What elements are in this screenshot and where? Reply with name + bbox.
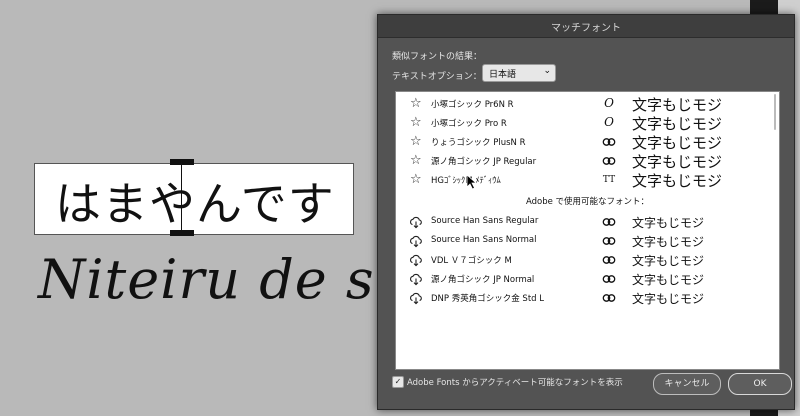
font-name: 小塚ゴシック Pr6N R: [431, 100, 514, 110]
mouse-cursor-icon: [466, 174, 478, 190]
adobe-font-row[interactable]: VDL Ｖ７ゴシック M 文字もじモジ: [396, 251, 779, 270]
creative-cloud-icon: [602, 138, 616, 146]
font-sample: 文字もじモジ: [632, 292, 705, 306]
font-row[interactable]: ☆ りょうゴシック PlusN R 文字もじモジ: [396, 133, 779, 152]
font-name: Source Han Sans Normal: [431, 235, 537, 245]
language-select-value: 日本語: [489, 70, 517, 80]
font-row[interactable]: ☆ 源ノ角ゴシック JP Regular 文字もじモジ: [396, 152, 779, 171]
favorite-star-icon[interactable]: ☆: [410, 172, 422, 187]
favorite-star-icon[interactable]: ☆: [410, 115, 422, 130]
opentype-italic-o-icon: O: [604, 115, 614, 129]
adobe-font-row[interactable]: Source Han Sans Regular 文字もじモジ: [396, 213, 779, 232]
font-name: VDL Ｖ７ゴシック M: [431, 256, 512, 266]
dialog-title: マッチフォント: [551, 23, 621, 34]
font-name: DNP 秀英角ゴシック金 Std L: [431, 294, 544, 304]
font-name: 源ノ角ゴシック JP Normal: [431, 275, 535, 285]
cloud-download-icon[interactable]: [409, 215, 423, 229]
font-sample: 文字もじモジ: [632, 115, 723, 133]
opentype-italic-o-icon: O: [604, 96, 614, 110]
text-option-label: テキストオプション：: [392, 72, 482, 82]
cloud-download-icon[interactable]: [409, 291, 423, 305]
font-name: 源ノ角ゴシック JP Regular: [431, 157, 537, 167]
truetype-icon: TT: [602, 175, 616, 185]
canvas-japanese-text: はまやんです: [55, 177, 335, 231]
font-sample: 文字もじモジ: [632, 254, 705, 268]
font-results-list[interactable]: ☆ 小塚ゴシック Pr6N R O 文字もじモジ ☆ 小塚ゴシック Pro R …: [395, 91, 780, 370]
creative-cloud-icon: [602, 256, 616, 264]
cloud-download-icon[interactable]: [409, 272, 423, 286]
favorite-star-icon[interactable]: ☆: [410, 134, 422, 149]
selection-handle-bottom[interactable]: [170, 230, 194, 236]
adobe-font-row[interactable]: DNP 秀英角ゴシック金 Std L 文字もじモジ: [396, 289, 779, 308]
similar-fonts-label: 類似フォントの結果：: [392, 52, 483, 62]
font-name: 小塚ゴシック Pro R: [431, 119, 507, 129]
favorite-star-icon[interactable]: ☆: [410, 153, 422, 168]
creative-cloud-icon: [602, 157, 616, 165]
creative-cloud-icon: [602, 237, 616, 245]
adobe-font-row[interactable]: 源ノ角ゴシック JP Normal 文字もじモジ: [396, 270, 779, 289]
ok-button[interactable]: OK: [728, 373, 792, 395]
favorite-star-icon[interactable]: ☆: [410, 96, 422, 111]
show-adobe-fonts-label: Adobe Fonts からアクティベート可能なフォントを表示: [407, 378, 623, 388]
selection-handle-top[interactable]: [170, 159, 194, 165]
font-sample: 文字もじモジ: [632, 172, 723, 190]
font-name: Source Han Sans Regular: [431, 216, 539, 226]
selection-guide-line: [181, 165, 182, 230]
font-row[interactable]: ☆ 小塚ゴシック Pr6N R O 文字もじモジ: [396, 95, 779, 114]
cloud-download-icon[interactable]: [409, 234, 423, 248]
font-name: りょうゴシック PlusN R: [431, 138, 526, 148]
font-sample: 文字もじモジ: [632, 134, 723, 152]
show-adobe-fonts-checkbox[interactable]: ✓: [392, 376, 404, 388]
font-sample: 文字もじモジ: [632, 96, 723, 114]
creative-cloud-icon: [602, 218, 616, 226]
adobe-fonts-section-label: Adobe で使用可能なフォント：: [525, 197, 650, 207]
creative-cloud-icon: [602, 275, 616, 283]
font-row[interactable]: ☆ 小塚ゴシック Pro R O 文字もじモジ: [396, 114, 779, 133]
match-font-dialog: マッチフォント 類似フォントの結果： テキストオプション： 日本語 ⌄ ☆ 小塚…: [377, 14, 795, 410]
adobe-font-row[interactable]: Source Han Sans Normal 文字もじモジ: [396, 232, 779, 251]
font-sample: 文字もじモジ: [632, 273, 705, 287]
font-sample: 文字もじモジ: [632, 235, 705, 249]
font-sample: 文字もじモジ: [632, 216, 705, 230]
dialog-titlebar: マッチフォント: [378, 15, 794, 38]
font-sample: 文字もじモジ: [632, 153, 723, 171]
chevron-down-icon: ⌄: [543, 66, 551, 76]
cloud-download-icon[interactable]: [409, 253, 423, 267]
language-select[interactable]: 日本語 ⌄: [482, 64, 556, 82]
cancel-button[interactable]: キャンセル: [653, 373, 721, 395]
selected-text-area[interactable]: はまやんです: [34, 163, 354, 235]
creative-cloud-icon: [602, 294, 616, 302]
font-row[interactable]: ☆ HGｺﾞｼｯｸM ﾒﾃﾞｨｳﾑ TT 文字もじモジ: [396, 171, 779, 190]
